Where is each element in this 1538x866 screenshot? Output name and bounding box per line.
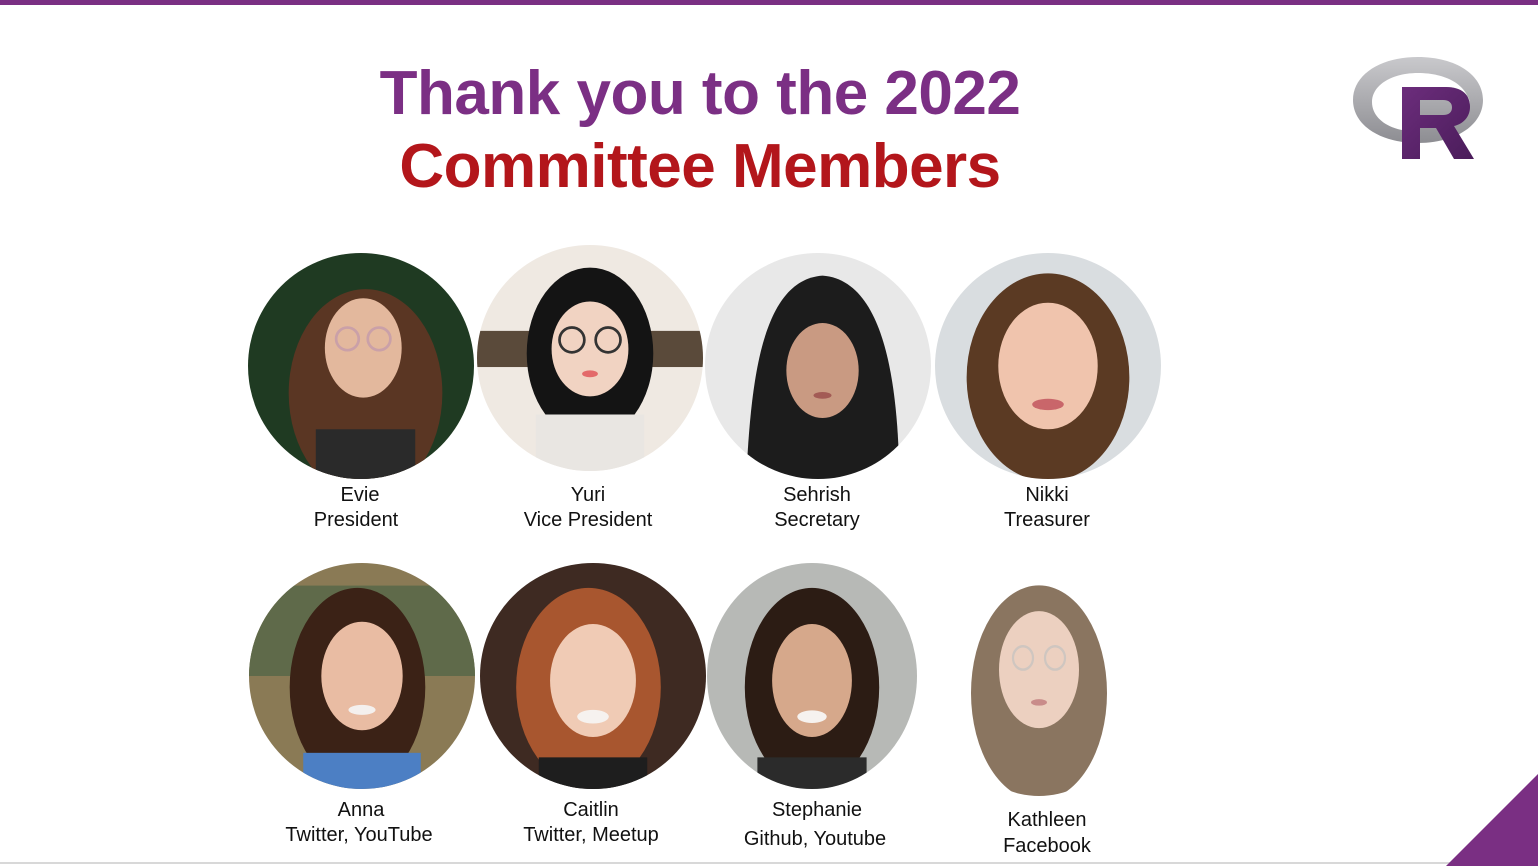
r-logo-icon [1350,55,1490,165]
slide-title-line2: Committee Members [399,132,1001,201]
member-photo [705,253,931,479]
member-name: Sehrish [783,484,851,506]
member-photo [935,253,1161,479]
member-photo [939,562,1139,796]
member-role: Treasurer [1004,509,1090,531]
member-name: Nikki [1025,484,1069,506]
member-photo [248,253,474,479]
member-role: Github, Youtube [743,828,887,850]
member-photo [249,563,475,789]
member-role: Twitter, Meetup [523,824,659,846]
member-name: Caitlin [563,799,619,821]
member-role: President [313,509,399,531]
member-role: Vice President [523,509,653,531]
member-role: Secretary [774,509,860,531]
member-name: Evie [340,484,380,506]
member-name: Stephanie [771,799,863,821]
member-name: Kathleen [1007,809,1087,831]
corner-triangle-decoration [1446,774,1538,866]
top-accent-bar [0,0,1538,5]
bottom-divider [0,862,1538,864]
member-role: Twitter, YouTube [285,824,433,846]
member-name: Anna [337,799,385,821]
member-photo [480,563,706,789]
member-role: Facebook [1003,835,1091,857]
member-photo [477,245,703,471]
slide-title-line1: Thank you to the 2022 [379,59,1021,128]
member-name: Yuri [570,484,606,506]
member-photo [707,563,917,789]
